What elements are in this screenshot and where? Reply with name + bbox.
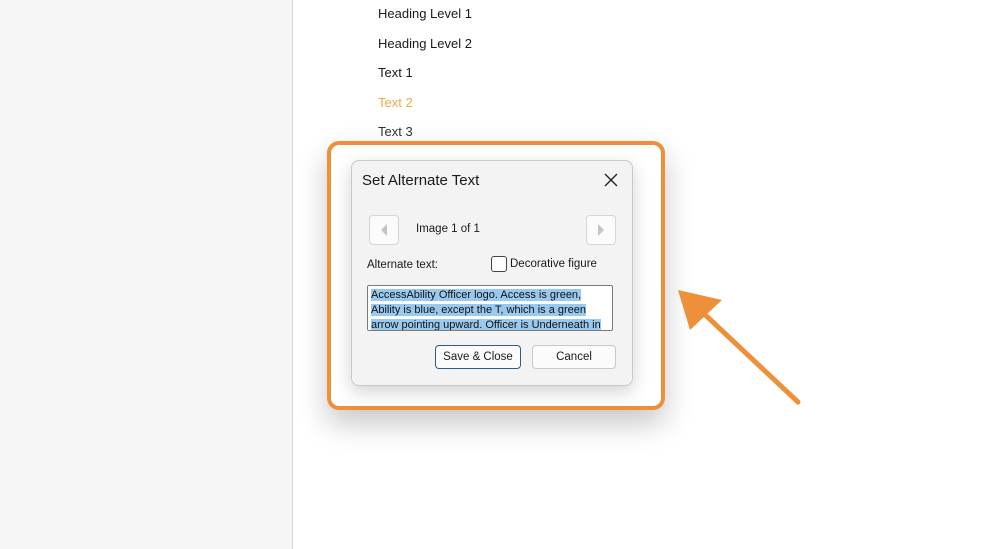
next-image-button[interactable] bbox=[586, 215, 616, 245]
style-item-heading-2[interactable]: Heading Level 2 bbox=[378, 36, 472, 51]
previous-image-button[interactable] bbox=[369, 215, 399, 245]
close-icon bbox=[604, 173, 618, 187]
decorative-figure-checkbox[interactable] bbox=[491, 256, 507, 272]
alternate-text-input[interactable]: AccessAbility Officer logo. Access is gr… bbox=[367, 285, 613, 331]
style-item-text-3[interactable]: Text 3 bbox=[378, 124, 413, 139]
dialog-body: Image 1 of 1 Alternate text: Decorative … bbox=[352, 199, 632, 385]
style-item-text-2[interactable]: Text 2 bbox=[378, 95, 413, 110]
alternate-text-value: AccessAbility Officer logo. Access is gr… bbox=[371, 289, 601, 330]
save-and-close-button[interactable]: Save & Close bbox=[435, 345, 521, 369]
decorative-figure-label[interactable]: Decorative figure bbox=[510, 258, 597, 270]
cancel-button[interactable]: Cancel bbox=[532, 345, 616, 369]
style-item-heading-1[interactable]: Heading Level 1 bbox=[378, 6, 472, 21]
image-counter: Image 1 of 1 bbox=[416, 223, 480, 235]
dialog-title: Set Alternate Text bbox=[362, 172, 480, 189]
style-item-text-1[interactable]: Text 1 bbox=[378, 65, 413, 80]
triangle-right-icon bbox=[598, 224, 604, 236]
close-button[interactable] bbox=[600, 169, 622, 191]
left-panel bbox=[0, 0, 293, 549]
alternate-text-label: Alternate text: bbox=[367, 259, 438, 271]
annotation-arrow-icon bbox=[678, 290, 801, 405]
triangle-left-icon bbox=[381, 224, 387, 236]
set-alternate-text-dialog: Set Alternate Text Image 1 of 1 Alternat… bbox=[351, 160, 633, 386]
